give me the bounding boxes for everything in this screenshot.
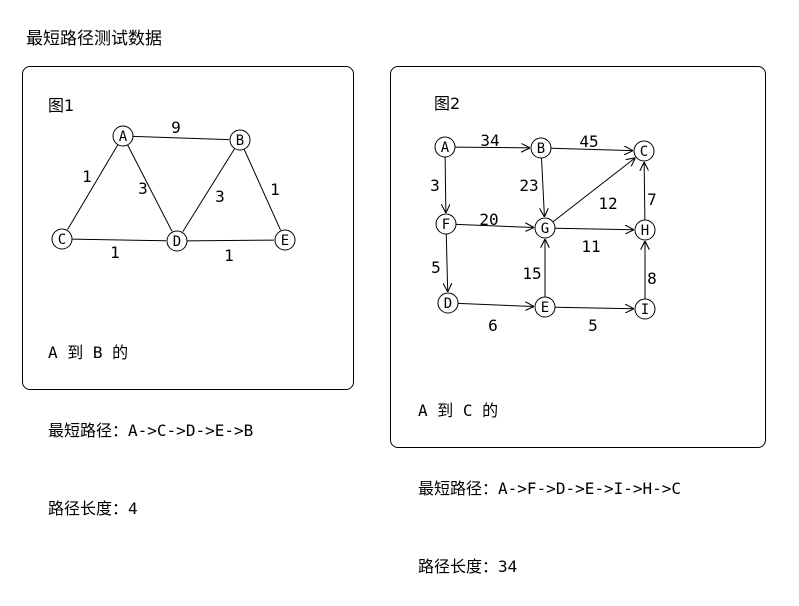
figure2-node-label-C: C bbox=[640, 144, 648, 160]
figure2-edge-H-C bbox=[644, 162, 645, 221]
figure2-query: A 到 C 的 bbox=[418, 401, 499, 420]
figure2-weight-B-G: 23 bbox=[519, 176, 538, 195]
figure2-node-label-G: G bbox=[541, 221, 549, 237]
figure2-edge-A-F bbox=[445, 156, 446, 213]
figure2-weight-D-E: 6 bbox=[488, 316, 498, 335]
figure2-node-label-D: D bbox=[444, 296, 452, 312]
figure2-node-label-I: I bbox=[641, 302, 649, 318]
figure2-weight-F-G: 20 bbox=[479, 210, 498, 229]
figure2-weight-E-G: 15 bbox=[522, 264, 541, 283]
figure1-length-line: 路径长度：4 bbox=[48, 496, 253, 522]
figure2-length-line: 路径长度：34 bbox=[418, 554, 681, 580]
figure2-edge-G-C bbox=[552, 158, 635, 223]
figure1-length: 4 bbox=[128, 499, 138, 518]
figure2-weight-I-H: 8 bbox=[647, 269, 657, 288]
figure1-path: A->C->D->E->B bbox=[128, 421, 254, 440]
figure2-edge-D-E bbox=[457, 303, 534, 306]
figure2-weight-E-I: 5 bbox=[588, 316, 598, 335]
figure2-length: 34 bbox=[498, 557, 518, 576]
figure2-node-label-B: B bbox=[537, 141, 545, 157]
figure1-length-label: 路径长度： bbox=[48, 499, 129, 518]
figure2-path-label: 最短路径： bbox=[418, 479, 499, 498]
figure2-node-label-H: H bbox=[641, 223, 649, 239]
figure2-weight-A-F: 3 bbox=[430, 176, 440, 195]
figure1-path-label: 最短路径： bbox=[48, 421, 129, 440]
figure2-node-label-F: F bbox=[442, 217, 450, 233]
figure2-weight-B-C: 45 bbox=[579, 132, 598, 151]
figure2-edge-G-H bbox=[554, 228, 634, 230]
figure2-path: A->F->D->E->I->H->C bbox=[498, 479, 682, 498]
figure2-result: A 到 C 的 最短路径：A->F->D->E->I->H->C 路径长度：34 bbox=[418, 346, 681, 606]
figure2-weight-G-H: 11 bbox=[581, 237, 600, 256]
figure2-weight-H-C: 7 bbox=[647, 190, 657, 209]
figure2-length-label: 路径长度： bbox=[418, 557, 499, 576]
figure2-weight-G-C: 12 bbox=[598, 194, 617, 213]
figure1-query: A 到 B 的 bbox=[48, 343, 129, 362]
figure2-node-label-A: A bbox=[441, 140, 450, 156]
figure2-edge-B-G bbox=[541, 157, 544, 217]
figure1-result: A 到 B 的 最短路径：A->C->D->E->B 路径长度：4 bbox=[48, 288, 253, 548]
figure2-edge-F-D bbox=[446, 233, 447, 292]
figure1-path-line: 最短路径：A->C->D->E->B bbox=[48, 418, 253, 444]
figure2-weight-A-B: 34 bbox=[480, 131, 499, 150]
figure2-weight-F-D: 5 bbox=[431, 258, 441, 277]
figure2-edge-E-I bbox=[554, 307, 634, 309]
figure2-node-label-E: E bbox=[541, 300, 549, 316]
